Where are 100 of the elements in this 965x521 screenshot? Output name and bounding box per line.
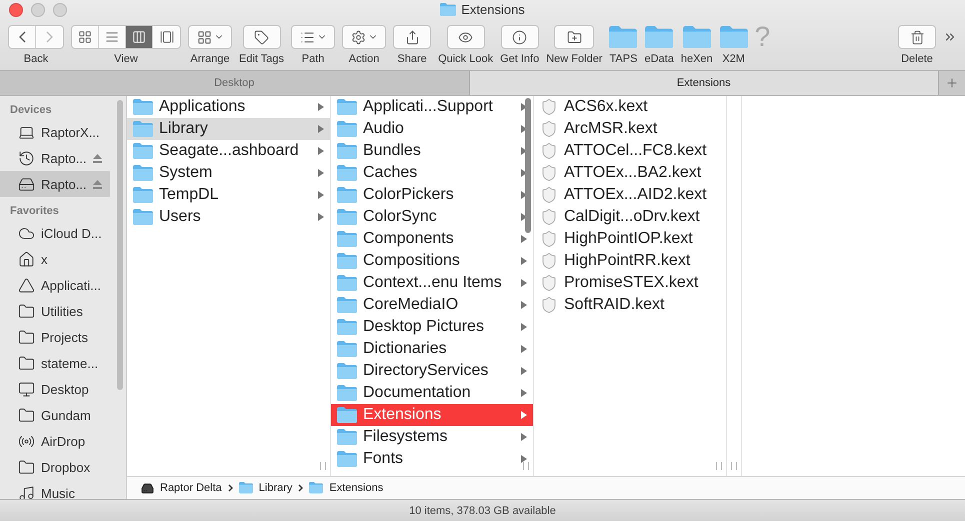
file-row[interactable]: ATTOEx...AID2.kext (534, 184, 726, 206)
sidebar-item[interactable]: AirDrop (0, 428, 110, 454)
eject-icon[interactable] (92, 154, 102, 162)
sidebar-item[interactable]: Desktop (0, 376, 110, 402)
chevron-left-icon (18, 31, 26, 43)
home-icon (18, 250, 35, 268)
path-item[interactable]: Library (258, 482, 292, 494)
delete-button[interactable] (898, 25, 936, 49)
tab[interactable]: Extensions (470, 71, 939, 95)
path-item[interactable]: Raptor Delta (160, 482, 222, 494)
file-row[interactable]: Desktop Pictures (331, 316, 533, 338)
folder-shortcut[interactable] (609, 25, 638, 49)
sidebar-item[interactable]: Applicati... (0, 272, 110, 298)
file-row[interactable]: Users (127, 206, 330, 228)
info-icon (512, 30, 528, 44)
file-row[interactable]: Compositions (331, 250, 533, 272)
sidebar-item[interactable]: RaptorX... (0, 119, 110, 145)
sidebar-item[interactable]: stateme... (0, 350, 110, 376)
folder-shortcut[interactable] (682, 25, 711, 49)
sidebar-item[interactable]: Utilities (0, 298, 110, 324)
shield-icon (540, 164, 558, 182)
file-row[interactable]: HighPointIOP.kext (534, 228, 726, 250)
toolbar-button[interactable] (393, 25, 432, 49)
menu-button[interactable] (188, 25, 232, 49)
file-row[interactable]: Components (331, 228, 533, 250)
toolbar-button[interactable] (446, 25, 485, 49)
folder-icon (309, 482, 324, 494)
scrollbar[interactable] (117, 100, 123, 390)
file-row[interactable]: System (127, 162, 330, 184)
folder-icon (238, 482, 253, 494)
file-row[interactable]: HighPointRR.kext (534, 250, 726, 272)
disclosure-arrow-icon (521, 455, 527, 463)
gear-icon (350, 30, 366, 44)
file-row[interactable]: PromiseSTEX.kext (534, 272, 726, 294)
file-row[interactable]: SoftRAID.kext (534, 294, 726, 316)
file-row[interactable]: Dictionaries (331, 338, 533, 360)
view-mode-button[interactable] (126, 26, 153, 48)
folder-icon (133, 143, 153, 159)
file-row[interactable]: ATTOEx...BA2.kext (534, 162, 726, 184)
menu-button[interactable] (342, 25, 386, 49)
shield-icon (540, 274, 558, 292)
shield-icon (540, 142, 558, 160)
file-row[interactable]: Context...enu Items (331, 272, 533, 294)
file-row[interactable]: Filesystems (331, 426, 533, 448)
disclosure-arrow-icon (521, 367, 527, 375)
sidebar-item[interactable]: Music (0, 480, 110, 499)
sidebar-item[interactable]: Dropbox (0, 454, 110, 480)
toolbar-button[interactable] (500, 25, 539, 49)
file-row[interactable]: ACS6x.kext (534, 96, 726, 118)
folder-icon (133, 187, 153, 203)
folder-shortcut[interactable] (645, 25, 674, 49)
disclosure-arrow-icon (521, 301, 527, 309)
file-row[interactable]: CalDigit...oDrv.kext (534, 206, 726, 228)
sidebar-item[interactable]: Projects (0, 324, 110, 350)
scrollbar[interactable] (525, 98, 531, 233)
resize-grip-icon[interactable] (731, 462, 737, 470)
close-button[interactable] (9, 3, 23, 17)
folder-icon (337, 143, 357, 159)
file-row[interactable]: Fonts (331, 448, 533, 470)
grid-icon (78, 30, 92, 44)
toolbar-button[interactable] (554, 25, 594, 49)
folder-icon (337, 451, 357, 467)
clock-disk-icon (18, 150, 35, 166)
sidebar-item[interactable]: Rapto... (0, 171, 110, 197)
eye-icon (458, 30, 474, 44)
folder-icon (337, 275, 357, 291)
file-row[interactable]: CoreMediaIO (331, 294, 533, 316)
file-row[interactable]: DirectoryServices (331, 360, 533, 382)
file-row[interactable]: Library (127, 118, 330, 140)
file-row[interactable]: ArcMSR.kext (534, 118, 726, 140)
sidebar-item[interactable]: iCloud D... (0, 220, 110, 246)
file-row[interactable]: Extensions (331, 404, 533, 426)
folder-icon (337, 121, 357, 137)
resize-grip-icon[interactable] (320, 462, 326, 470)
eject-icon[interactable] (92, 180, 102, 188)
file-row[interactable]: TempDL (127, 184, 330, 206)
shield-icon (540, 296, 558, 314)
sidebar-item[interactable]: Rapto... (0, 145, 110, 171)
path-item[interactable]: Extensions (329, 482, 384, 494)
hard-drive-icon (141, 482, 154, 494)
sidebar-item[interactable]: Gundam (0, 402, 110, 428)
folder-icon (337, 165, 357, 181)
toolbar-label: New Folder (546, 53, 602, 65)
resize-grip-icon[interactable] (523, 462, 529, 470)
shield-icon (540, 230, 558, 248)
file-row[interactable]: Documentation (331, 382, 533, 404)
folder-icon (337, 209, 357, 225)
file-row[interactable]: Seagate...ashboard (127, 140, 330, 162)
toolbar-button[interactable] (242, 25, 281, 49)
sidebar-item[interactable]: x (0, 246, 110, 272)
list-icon (105, 30, 119, 44)
menu-button[interactable] (291, 25, 336, 49)
file-row[interactable]: Applications (127, 96, 330, 118)
toolbar-label: Path (302, 53, 324, 65)
folder-shortcut[interactable] (720, 25, 748, 49)
resize-grip-icon[interactable] (716, 462, 722, 470)
toolbar-label: Arrange (190, 53, 230, 65)
toolbar-label: View (114, 53, 138, 65)
shield-icon (540, 208, 558, 226)
file-row[interactable]: ATTOCel...FC8.kext (534, 140, 726, 162)
